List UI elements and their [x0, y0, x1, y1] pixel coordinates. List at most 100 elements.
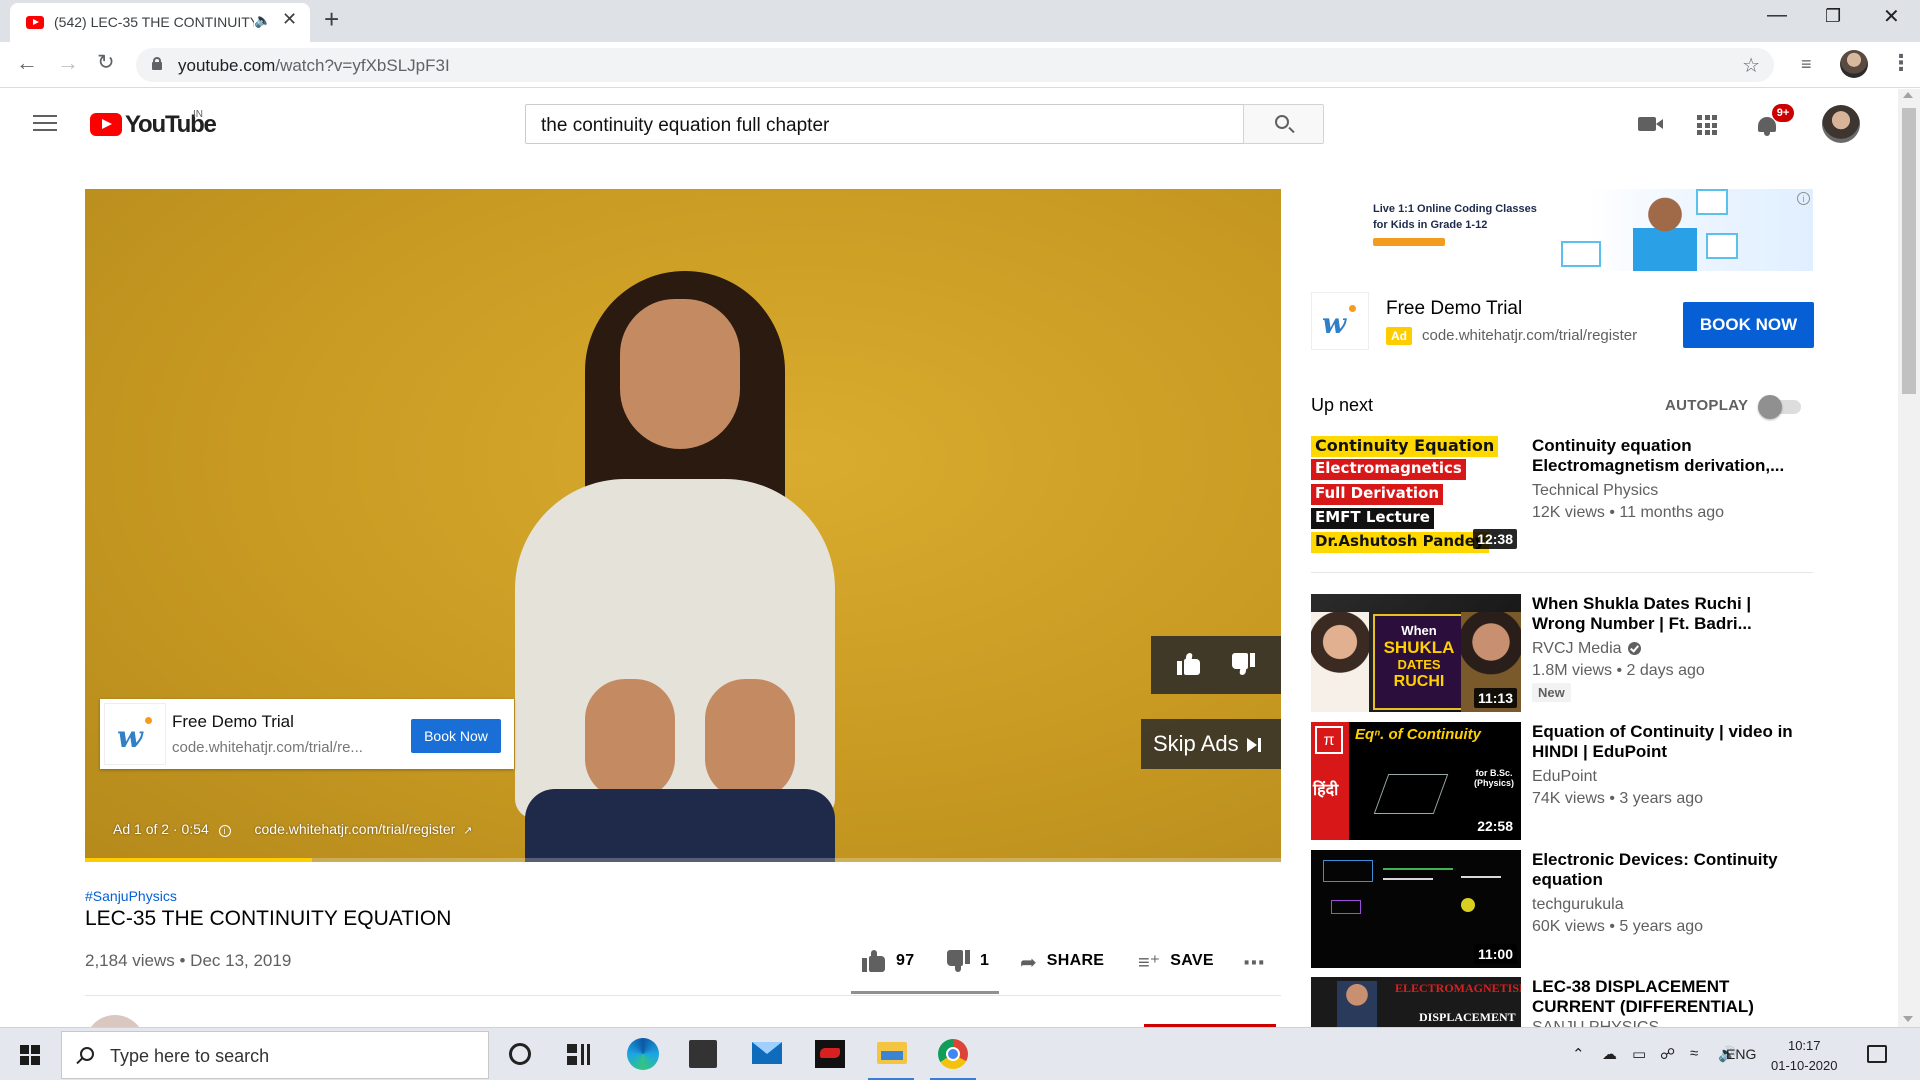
- maximize-window-button[interactable]: ❐: [1825, 6, 1841, 27]
- recommendation-thumbnail[interactable]: Continuity Equation Electromagnetics Ful…: [1311, 435, 1521, 553]
- hashtag-link[interactable]: #SanjuPhysics: [85, 888, 177, 904]
- dislike-button[interactable]: 1: [946, 950, 989, 976]
- save-button[interactable]: ≡⁺ SAVE: [1138, 950, 1214, 976]
- close-tab-icon[interactable]: ✕: [282, 9, 297, 30]
- recommendation-title[interactable]: Electronic Devices: Continuity equation: [1532, 850, 1812, 890]
- cloud-icon[interactable]: ☁: [1602, 1045, 1617, 1063]
- show-hidden-icons-icon[interactable]: ⌃: [1572, 1045, 1585, 1063]
- banner-cta-chip: [1373, 238, 1445, 246]
- ad-info-icon[interactable]: i: [1797, 192, 1810, 205]
- network-icon[interactable]: ☍: [1660, 1045, 1675, 1063]
- store-icon[interactable]: [689, 1040, 717, 1068]
- language-indicator[interactable]: ENG: [1726, 1046, 1756, 1062]
- recommendation-thumbnail[interactable]: ELECTROMAGNETISM DISPLACEMENT: [1311, 977, 1521, 1027]
- browser-menu-icon[interactable]: ⋮: [1890, 50, 1912, 76]
- sidebar-ad-title[interactable]: Free Demo Trial: [1386, 298, 1522, 320]
- overlay-ad-card[interactable]: w Free Demo Trial code.whitehatjr.com/tr…: [100, 699, 514, 769]
- ad-info-bar: Ad 1 of 2 · 0:54 i code.whitehatjr.com/t…: [113, 821, 472, 837]
- video-duration: 11:13: [1473, 688, 1517, 708]
- back-arrow-icon[interactable]: ←: [16, 50, 38, 76]
- media-control-icon[interactable]: ≡: [1801, 54, 1812, 75]
- like-ratio-bar: [851, 991, 999, 994]
- recommendation-thumbnail[interactable]: When SHUKLA DATES RUCHI 11:13: [1311, 594, 1521, 712]
- whitehat-logo-icon[interactable]: w: [1311, 292, 1369, 350]
- windows-start-icon[interactable]: [20, 1045, 40, 1065]
- more-actions-icon[interactable]: ⋯: [1243, 950, 1265, 976]
- new-badge: New: [1532, 683, 1571, 702]
- book-now-button[interactable]: Book Now: [411, 719, 501, 753]
- taskbar-search-box[interactable]: Type here to search: [61, 1031, 489, 1079]
- video-duration: 22:58: [1473, 816, 1517, 836]
- scroll-down-arrow-icon[interactable]: [1903, 1016, 1913, 1022]
- recommendation-channel[interactable]: techgurukula: [1532, 896, 1624, 914]
- edge-browser-icon[interactable]: [627, 1038, 659, 1070]
- battery-icon[interactable]: ▭: [1632, 1045, 1646, 1063]
- reload-icon[interactable]: ↻: [97, 50, 115, 75]
- recommendation-title[interactable]: Equation of Continuity | video in HINDI |…: [1532, 722, 1812, 762]
- search-query[interactable]: the continuity equation full chapter: [541, 115, 829, 137]
- profile-avatar[interactable]: [1840, 50, 1868, 78]
- apps-grid-icon[interactable]: [1697, 115, 1717, 135]
- sidebar-banner-ad[interactable]: Live 1:1 Online Coding Classes for Kids …: [1311, 189, 1813, 271]
- up-next-heading: Up next: [1311, 395, 1374, 415]
- file-explorer-icon[interactable]: [877, 1042, 907, 1064]
- external-link-icon[interactable]: ↗: [463, 825, 472, 837]
- notification-count-badge: 9+: [1772, 104, 1794, 122]
- thumbs-up-icon[interactable]: [1177, 653, 1201, 675]
- like-button[interactable]: 97: [862, 950, 914, 976]
- search-input[interactable]: the continuity equation full chapter: [525, 104, 1244, 144]
- share-button[interactable]: ➦ SHARE: [1020, 950, 1104, 976]
- recommendation-title[interactable]: Continuity equation Electromagnetism deri…: [1532, 436, 1812, 476]
- recommendation-channel[interactable]: Technical Physics: [1532, 482, 1658, 500]
- task-view-icon[interactable]: [567, 1044, 591, 1066]
- info-divider: [85, 995, 1281, 996]
- skip-ads-button[interactable]: Skip Ads: [1141, 719, 1281, 769]
- ad-rating-box: [1151, 636, 1281, 694]
- scrollbar-thumb[interactable]: [1902, 108, 1916, 394]
- account-avatar[interactable]: [1822, 105, 1860, 143]
- sidebar-ad-url[interactable]: code.whitehatjr.com/trial/register: [1422, 327, 1637, 344]
- browser-tab[interactable]: (542) LEC-35 THE CONTINUITY EQUATION 🔈 ✕: [10, 3, 310, 42]
- thumbs-down-icon[interactable]: [1231, 653, 1255, 675]
- new-tab-button[interactable]: +: [324, 4, 339, 35]
- taskbar-search-placeholder: Type here to search: [110, 1046, 270, 1066]
- recommendation-meta: 74K views • 3 years ago: [1532, 790, 1704, 807]
- wifi-icon[interactable]: ≈: [1690, 1045, 1698, 1062]
- recommendation-title[interactable]: LEC-38 DISPLACEMENT CURRENT (DIFFERENTIAL…: [1532, 977, 1812, 1017]
- game-app-icon[interactable]: [815, 1040, 845, 1068]
- video-player[interactable]: Skip Ads w Free Demo Trial code.whitehat…: [85, 189, 1281, 862]
- recommendation-channel[interactable]: EduPoint: [1532, 768, 1597, 786]
- close-window-button[interactable]: ✕: [1883, 4, 1900, 29]
- overlay-ad-title[interactable]: Free Demo Trial: [172, 712, 294, 732]
- guide-menu-icon[interactable]: [33, 115, 57, 133]
- recommendation-title[interactable]: When Shukla Dates Ruchi | Wrong Number | …: [1532, 594, 1812, 634]
- address-bar[interactable]: youtube.com/watch?v=yfXbSLJpF3I ☆: [136, 48, 1774, 82]
- create-video-icon[interactable]: [1638, 117, 1663, 131]
- recommendation-thumbnail[interactable]: π हिंदी Eqⁿ. of Continuity for B.Sc. (Ph…: [1311, 722, 1521, 840]
- add-to-playlist-icon: ≡⁺: [1138, 952, 1161, 974]
- youtube-logo-icon[interactable]: [90, 113, 122, 136]
- skip-next-icon: [1246, 738, 1257, 753]
- speaker-icon[interactable]: 🔈: [254, 12, 271, 29]
- share-arrow-icon: ➦: [1020, 952, 1037, 974]
- tab-title: (542) LEC-35 THE CONTINUITY EQUATION: [54, 14, 254, 30]
- autoplay-toggle-knob[interactable]: [1758, 395, 1782, 419]
- bookmark-star-icon[interactable]: ☆: [1742, 53, 1760, 78]
- scroll-up-arrow-icon[interactable]: [1903, 92, 1913, 98]
- sidebar-book-now-button[interactable]: BOOK NOW: [1683, 302, 1814, 348]
- minimize-window-button[interactable]: —: [1767, 4, 1787, 27]
- recommendation-channel[interactable]: RVCJ Media: [1532, 640, 1641, 658]
- lock-icon[interactable]: [152, 57, 162, 70]
- info-icon[interactable]: i: [218, 825, 231, 837]
- ad-link[interactable]: code.whitehatjr.com/trial/register: [255, 821, 456, 837]
- search-button[interactable]: [1243, 104, 1324, 144]
- mail-icon[interactable]: [752, 1042, 782, 1064]
- recommendation-thumbnail[interactable]: 11:00: [1311, 850, 1521, 968]
- overlay-ad-url[interactable]: code.whitehatjr.com/trial/re...: [172, 739, 363, 756]
- action-center-icon[interactable]: [1867, 1045, 1887, 1063]
- url-text[interactable]: youtube.com/watch?v=yfXbSLJpF3I: [178, 56, 450, 76]
- taskbar-clock[interactable]: 10:17 01-10-2020: [1771, 1036, 1838, 1076]
- cortana-icon[interactable]: [509, 1043, 531, 1065]
- chrome-icon[interactable]: [938, 1039, 968, 1069]
- forward-arrow-icon[interactable]: →: [57, 50, 79, 76]
